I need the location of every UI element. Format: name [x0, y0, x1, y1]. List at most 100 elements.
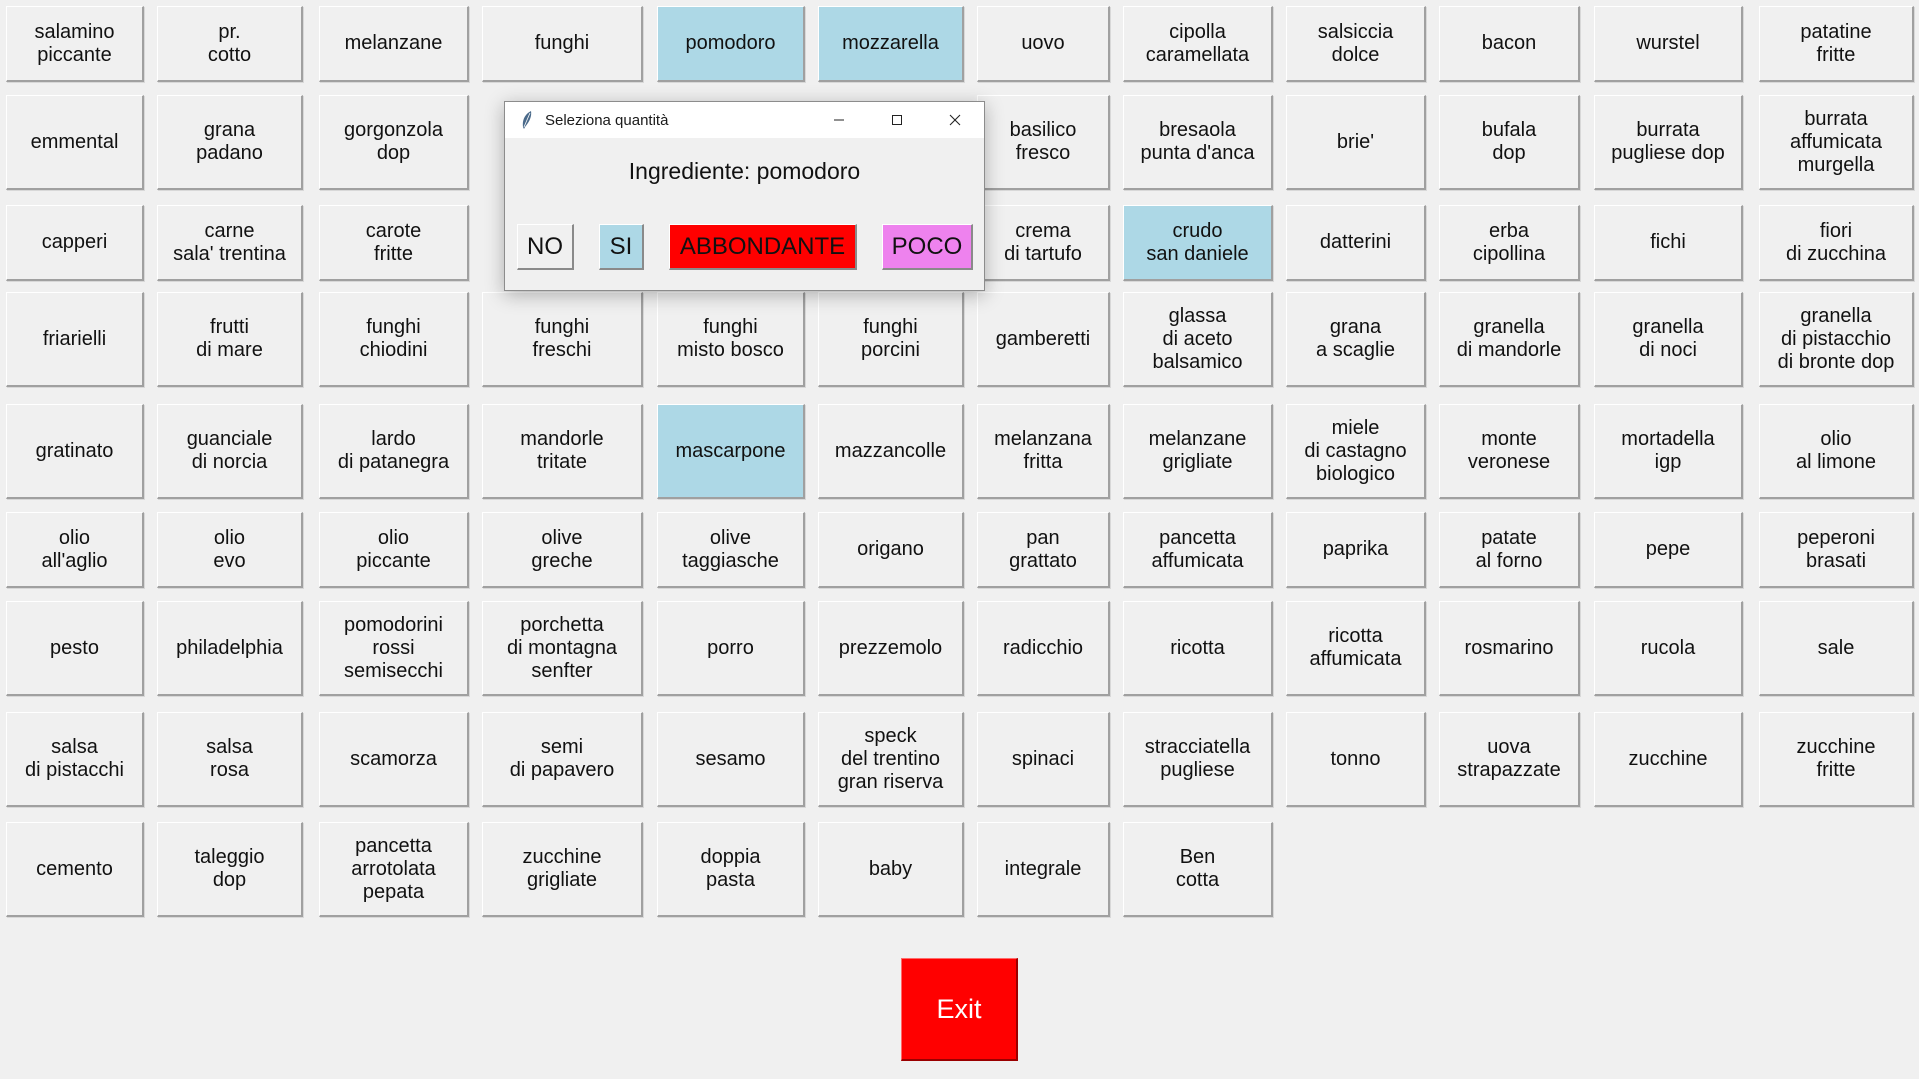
ingredient-button[interactable]: lardo di patanegra [319, 404, 469, 499]
ingredient-button[interactable]: philadelphia [157, 601, 303, 696]
ingredient-button[interactable]: wurstel [1594, 6, 1743, 82]
ingredient-button[interactable]: salsiccia dolce [1286, 6, 1426, 82]
ingredient-button[interactable]: granella di pistacchio di bronte dop [1759, 292, 1914, 387]
maximize-icon[interactable] [868, 102, 926, 138]
ingredient-button[interactable]: mazzancolle [818, 404, 964, 499]
ingredient-button[interactable]: cipolla caramellata [1123, 6, 1273, 82]
ingredient-button[interactable]: pancetta affumicata [1123, 512, 1273, 588]
close-icon[interactable] [926, 102, 984, 138]
ingredient-button[interactable]: pan grattato [977, 512, 1110, 588]
ingredient-button[interactable]: rosmarino [1439, 601, 1580, 696]
ingredient-button[interactable]: gratinato [6, 404, 144, 499]
ingredient-button[interactable]: burrata affumicata murgella [1759, 95, 1914, 190]
ingredient-button[interactable]: sesamo [657, 712, 805, 807]
ingredient-button[interactable]: funghi misto bosco [657, 292, 805, 387]
ingredient-button[interactable]: semi di papavero [482, 712, 643, 807]
ingredient-button[interactable]: salsa rosa [157, 712, 303, 807]
ingredient-button[interactable]: mozzarella [818, 6, 964, 82]
no-button[interactable]: NO [517, 224, 574, 270]
ingredient-button[interactable]: porchetta di montagna senfter [482, 601, 643, 696]
ingredient-button[interactable]: granella di mandorle [1439, 292, 1580, 387]
ingredient-button[interactable]: crudo san daniele [1123, 205, 1273, 281]
ingredient-button[interactable]: funghi porcini [818, 292, 964, 387]
ingredient-button[interactable]: friarielli [6, 292, 144, 387]
ingredient-button[interactable]: ricotta affumicata [1286, 601, 1426, 696]
ingredient-button[interactable]: speck del trentino gran riserva [818, 712, 964, 807]
ingredient-button[interactable]: melanzana fritta [977, 404, 1110, 499]
ingredient-button[interactable]: paprika [1286, 512, 1426, 588]
ingredient-button[interactable]: zucchine [1594, 712, 1743, 807]
poco-button[interactable]: POCO [882, 224, 973, 270]
ingredient-button[interactable]: fichi [1594, 205, 1743, 281]
ingredient-button[interactable]: grana padano [157, 95, 303, 190]
ingredient-button[interactable]: gamberetti [977, 292, 1110, 387]
ingredient-button[interactable]: baby [818, 822, 964, 917]
ingredient-button[interactable]: datterini [1286, 205, 1426, 281]
ingredient-button[interactable]: funghi chiodini [319, 292, 469, 387]
ingredient-button[interactable]: scamorza [319, 712, 469, 807]
ingredient-button[interactable]: funghi freschi [482, 292, 643, 387]
ingredient-button[interactable]: bresaola punta d'anca [1123, 95, 1273, 190]
ingredient-button[interactable]: zucchine grigliate [482, 822, 643, 917]
ingredient-button[interactable]: mascarpone [657, 404, 805, 499]
ingredient-button[interactable]: gorgonzola dop [319, 95, 469, 190]
ingredient-button[interactable]: glassa di aceto balsamico [1123, 292, 1273, 387]
ingredient-button[interactable]: peperoni brasati [1759, 512, 1914, 588]
ingredient-button[interactable]: patate al forno [1439, 512, 1580, 588]
ingredient-button[interactable]: funghi [482, 6, 643, 82]
ingredient-button[interactable]: mandorle tritate [482, 404, 643, 499]
ingredient-button[interactable]: spinaci [977, 712, 1110, 807]
ingredient-button[interactable]: pomodorini rossi semisecchi [319, 601, 469, 696]
ingredient-button[interactable]: sale [1759, 601, 1914, 696]
ingredient-button[interactable]: granella di noci [1594, 292, 1743, 387]
ingredient-button[interactable]: cemento [6, 822, 144, 917]
ingredient-button[interactable]: zucchine fritte [1759, 712, 1914, 807]
si-button[interactable]: SI [599, 224, 644, 270]
ingredient-button[interactable]: basilico fresco [977, 95, 1110, 190]
ingredient-button[interactable]: olio piccante [319, 512, 469, 588]
ingredient-button[interactable]: monte veronese [1439, 404, 1580, 499]
ingredient-button[interactable]: olio all'aglio [6, 512, 144, 588]
ingredient-button[interactable]: burrata pugliese dop [1594, 95, 1743, 190]
ingredient-button[interactable]: olive taggiasche [657, 512, 805, 588]
ingredient-button[interactable]: tonno [1286, 712, 1426, 807]
minimize-icon[interactable] [810, 102, 868, 138]
ingredient-button[interactable]: grana a scaglie [1286, 292, 1426, 387]
ingredient-button[interactable]: bufala dop [1439, 95, 1580, 190]
ingredient-button[interactable]: pesto [6, 601, 144, 696]
dialog-titlebar[interactable]: Seleziona quantità [505, 102, 984, 138]
ingredient-button[interactable]: salsa di pistacchi [6, 712, 144, 807]
ingredient-button[interactable]: capperi [6, 205, 144, 281]
exit-button[interactable]: Exit [901, 958, 1018, 1061]
ingredient-button[interactable]: radicchio [977, 601, 1110, 696]
ingredient-button[interactable]: pepe [1594, 512, 1743, 588]
ingredient-button[interactable]: integrale [977, 822, 1110, 917]
ingredient-button[interactable]: frutti di mare [157, 292, 303, 387]
ingredient-button[interactable]: carote fritte [319, 205, 469, 281]
ingredient-button[interactable]: Ben cotta [1123, 822, 1273, 917]
ingredient-button[interactable]: rucola [1594, 601, 1743, 696]
ingredient-button[interactable]: carne sala' trentina [157, 205, 303, 281]
ingredient-button[interactable]: olive greche [482, 512, 643, 588]
abbondante-button[interactable]: ABBONDANTE [669, 224, 857, 270]
ingredient-button[interactable]: olio evo [157, 512, 303, 588]
ingredient-button[interactable]: crema di tartufo [977, 205, 1110, 281]
ingredient-button[interactable]: olio al limone [1759, 404, 1914, 499]
ingredient-button[interactable]: doppia pasta [657, 822, 805, 917]
ingredient-button[interactable]: guanciale di norcia [157, 404, 303, 499]
ingredient-button[interactable]: origano [818, 512, 964, 588]
ingredient-button[interactable]: salamino piccante [6, 6, 144, 82]
ingredient-button[interactable]: fiori di zucchina [1759, 205, 1914, 281]
ingredient-button[interactable]: taleggio dop [157, 822, 303, 917]
ingredient-button[interactable]: porro [657, 601, 805, 696]
ingredient-button[interactable]: brie' [1286, 95, 1426, 190]
ingredient-button[interactable]: pomodoro [657, 6, 805, 82]
ingredient-button[interactable]: emmental [6, 95, 144, 190]
ingredient-button[interactable]: uovo [977, 6, 1110, 82]
ingredient-button[interactable]: patatine fritte [1759, 6, 1914, 82]
ingredient-button[interactable]: pancetta arrotolata pepata [319, 822, 469, 917]
ingredient-button[interactable]: ricotta [1123, 601, 1273, 696]
ingredient-button[interactable]: erba cipollina [1439, 205, 1580, 281]
ingredient-button[interactable]: prezzemolo [818, 601, 964, 696]
ingredient-button[interactable]: pr. cotto [157, 6, 303, 82]
